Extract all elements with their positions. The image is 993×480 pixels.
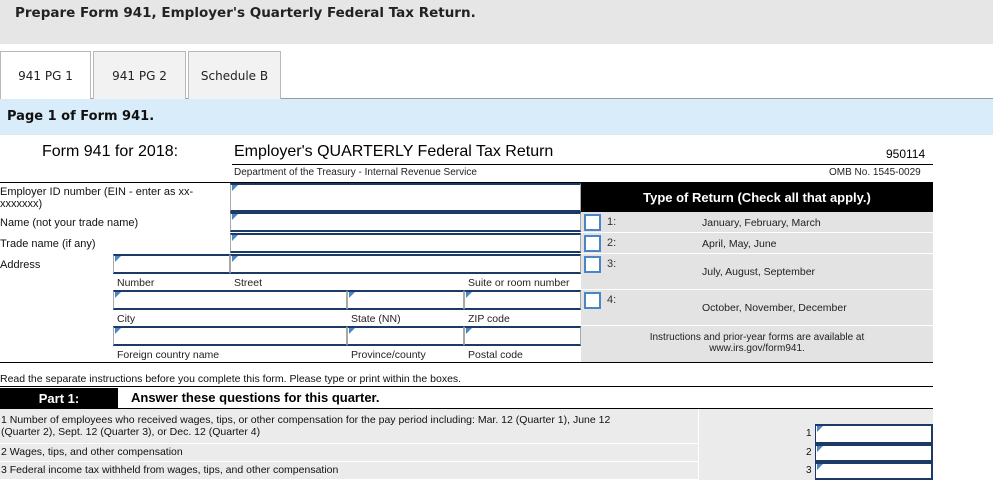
option-label: October, November, December (702, 302, 847, 314)
tab-941-pg1[interactable]: 941 PG 1 (0, 51, 91, 100)
question-2-number: 2 (806, 447, 812, 458)
state-sublabel: State (NN) (351, 313, 401, 325)
part1-top-divider (0, 386, 933, 387)
suite-sublabel: Suite or room number (468, 277, 570, 289)
zip-sublabel: ZIP code (468, 313, 510, 325)
street-sublabel: Street (234, 277, 263, 289)
option-label: July, August, September (702, 266, 816, 278)
tab-schedule-b[interactable]: Schedule B (188, 51, 281, 99)
instructions-text: Read the separate instructions before yo… (0, 373, 462, 385)
name-field[interactable] (230, 212, 581, 232)
suite-city-field[interactable] (113, 290, 347, 310)
trade-name-field[interactable] (230, 233, 581, 253)
trade-name-label: Trade name (if any) (0, 238, 96, 250)
type-option-1: 1: January, February, March (581, 212, 933, 233)
question-3-field[interactable] (815, 462, 933, 480)
question-row-2: 2 Wages, tips, and other compensation 2 (0, 444, 933, 462)
type-option-2: 2: April, May, June (581, 233, 933, 254)
question-spacer (698, 462, 816, 480)
part1-header: Part 1: Answer these questions for this … (0, 388, 933, 408)
omb-number: OMB No. 1545-0029 (829, 167, 921, 178)
tab-941-pg2[interactable]: 941 PG 2 (93, 51, 186, 99)
banner-title: Prepare Form 941, Employer's Quarterly F… (15, 5, 476, 21)
question-1-line2: (Quarter 2), Sept. 12 (Quarter 3), or De… (1, 426, 261, 438)
ein-label: Employer ID number (EIN - enter as xx-xx… (0, 186, 194, 210)
department-label: Department of the Treasury - Internal Re… (234, 167, 477, 178)
province-field[interactable] (347, 326, 464, 346)
question-spacer (698, 409, 816, 444)
type-option-3: 3: July, August, September (581, 254, 933, 290)
question-row-3: 3 Federal income tax withheld from wages… (0, 462, 933, 480)
question-3-text: 3 Federal income tax withheld from wages… (1, 464, 339, 476)
address-street-field[interactable] (230, 254, 581, 274)
page-header: Page 1 of Form 941. (0, 99, 993, 135)
tab-bar: 941 PG 1 941 PG 2 Schedule B (0, 51, 993, 100)
option-number: 1: (607, 216, 617, 228)
state-field[interactable] (347, 290, 464, 310)
quarter-3-checkbox[interactable] (584, 256, 601, 273)
option-number: 3: (607, 258, 617, 270)
top-banner: Prepare Form 941, Employer's Quarterly F… (0, 0, 993, 44)
form-title: Employer's QUARTERLY Federal Tax Return (234, 143, 554, 160)
address-bottom-divider (0, 362, 933, 363)
quarter-4-checkbox[interactable] (584, 292, 601, 309)
instructions-note: Instructions and prior-year forms are av… (581, 326, 933, 362)
option-number: 2: (607, 237, 617, 249)
question-spacer (698, 444, 816, 462)
irs-form-link[interactable]: www.irs.gov/form941. (581, 343, 933, 354)
question-1-line1: 1 Number of employees who received wages… (1, 414, 611, 426)
question-1-field[interactable] (815, 424, 933, 444)
option-number: 4: (607, 294, 617, 306)
page-header-text: Page 1 of Form 941. (7, 109, 155, 124)
postal-code-sublabel: Postal code (468, 349, 523, 361)
city-sublabel: City (117, 313, 136, 325)
type-of-return-heading: Type of Return (Check all that apply.) (581, 183, 933, 212)
part1-label: Part 1: (0, 388, 118, 408)
quarter-1-checkbox[interactable] (584, 214, 601, 231)
part1-title: Answer these questions for this quarter. (131, 390, 380, 405)
option-label: April, May, June (702, 238, 777, 250)
foreign-country-field[interactable] (113, 326, 347, 346)
question-1-text: 1 Number of employees who received wages… (1, 414, 610, 438)
ein-field[interactable] (230, 183, 581, 212)
postal-code-field[interactable] (464, 326, 581, 346)
address-number-field[interactable] (113, 254, 230, 274)
zip-field[interactable] (464, 290, 581, 310)
form-code: 950114 (886, 147, 926, 161)
question-2-field[interactable] (815, 444, 933, 462)
question-3-number: 3 (806, 465, 812, 476)
option-label: January, February, March (702, 217, 821, 229)
type-option-4: 4: October, November, December (581, 290, 933, 326)
quarter-2-checkbox[interactable] (584, 235, 601, 252)
name-label: Name (not your trade name) (0, 217, 139, 229)
question-2-text: 2 Wages, tips, and other compensation (1, 446, 183, 458)
address-label: Address (0, 259, 41, 271)
question-row-1: 1 Number of employees who received wages… (0, 409, 933, 444)
province-sublabel: Province/county (351, 349, 426, 361)
form-number: Form 941 for 2018: (42, 143, 179, 160)
heading-divider (232, 164, 933, 165)
foreign-country-sublabel: Foreign country name (117, 349, 220, 361)
instructions-note-line1: Instructions and prior-year forms are av… (649, 332, 865, 343)
number-sublabel: Number (117, 277, 155, 289)
question-1-number: 1 (806, 428, 812, 439)
